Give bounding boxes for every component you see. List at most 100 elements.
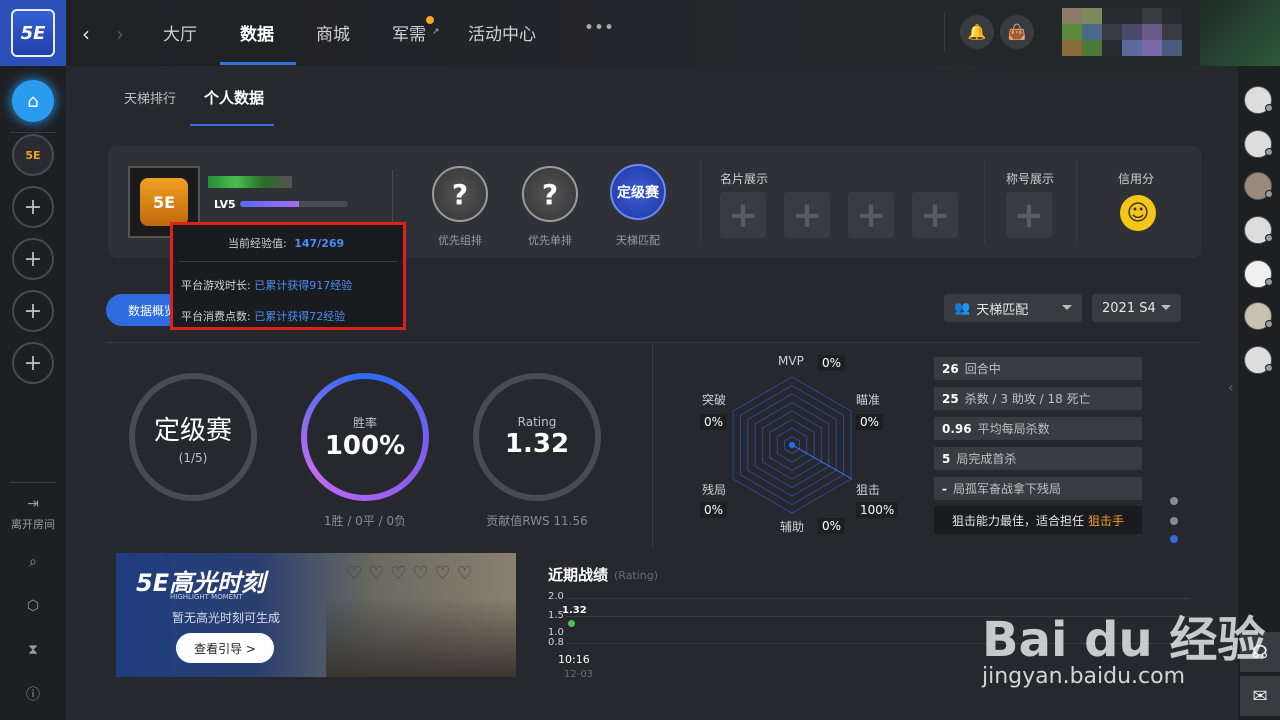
role-suggestion: 狙击能力最佳，适合担任 狙击手 [934,506,1142,534]
status-dot [1265,278,1273,286]
subtab-ladder-rank[interactable]: 天梯排行 [124,88,176,107]
page-dot[interactable] [1170,517,1178,525]
stat-clutch: - 局孤军奋战拿下残局 [934,477,1142,500]
view-guide-button[interactable]: 查看引导 > [176,633,274,663]
winrate-caption: 1胜 / 0平 / 0负 [323,514,407,528]
highlight-banner: 5E高光时刻 HIGHLIGHT MOMENT 暂无高光时刻可生成 查看引导 >… [116,553,516,677]
hourglass-icon[interactable]: ⧗ [0,642,66,658]
priority-team-label: 优先组排 [438,234,482,247]
highlight-desc: 暂无高光时刻可生成 [172,611,281,625]
tab-active-underline [220,62,296,65]
subtab-underline [190,124,274,126]
radar-aim-value: 0% [856,414,884,430]
ladder-match-label: 天梯匹配 [616,234,660,247]
divider [106,342,1201,343]
user-avatar-blurred[interactable] [1062,8,1182,58]
tab-supplies[interactable]: 军需 [392,20,426,45]
status-dot [1265,234,1273,242]
tab-shop[interactable]: 商城 [316,20,350,45]
divider [700,160,701,244]
sidebar-add-button[interactable]: + [12,342,54,384]
credit-title: 信用分 [1118,172,1155,186]
search-icon[interactable]: ⌕ [0,554,66,570]
rank-ring-sub: (1/5) [178,450,208,465]
stat-num: 25 [942,391,959,406]
radar-snipe-value: 100% [856,502,899,518]
exp-tooltip: 当前经验值: 147/269 平台游戏时长: 已累计获得917经验 平台消费点数… [170,222,406,330]
radar-aim-label: 瞄准 [856,393,881,407]
rating-caption: 贡献值RWS 11.56 [486,514,588,528]
collapse-arrow-icon[interactable]: ‹ [1228,380,1234,396]
app-logo[interactable]: 5E [0,0,66,66]
graffiti-decoration: ♡♡♡♡♡♡ [346,563,479,584]
sidebar-5e-icon[interactable]: 5E [12,134,54,176]
bag-icon[interactable]: 👜 [1000,15,1034,49]
stat-rounds: 26 回合中 [934,357,1142,380]
rating-ring: Rating 1.32 [473,373,601,501]
add-title-button[interactable]: + [1006,192,1052,238]
add-card-button[interactable]: + [720,192,766,238]
divider [10,482,56,483]
notification-dot [426,16,434,24]
chevron-down-icon [1062,305,1072,310]
rating-label: Rating [517,415,557,429]
exp-value: 147/269 [294,237,345,250]
exp-label: 当前经验值: [228,237,287,250]
add-card-button[interactable]: + [848,192,894,238]
role-suggestion-text: 狙击能力最佳，适合担任 [952,513,1085,528]
season-select[interactable]: 2021 S4 [1092,294,1181,322]
radar-mvp-label: MVP [778,354,804,368]
leave-room-icon[interactable]: ⇥ [0,496,66,512]
point-value-label: 1.32 [562,605,587,616]
cube-icon[interactable]: ⬡ [0,598,66,614]
back-arrow-icon[interactable]: ‹ [82,22,90,46]
chart-point[interactable] [568,620,575,627]
sidebar-add-button[interactable]: + [12,238,54,280]
leave-room-label[interactable]: 离开房间 [0,516,66,532]
stat-num: 0.96 [942,421,972,436]
status-dot [1265,104,1273,112]
help-icon[interactable]: ⓘ [0,684,66,704]
status-dot [1265,320,1273,328]
spend-label: 平台消费点数: [181,310,251,323]
question-icon[interactable]: ? [432,166,488,222]
forward-arrow-icon[interactable]: › [116,22,124,46]
add-card-button[interactable]: + [912,192,958,238]
subtab-personal-data[interactable]: 个人数据 [204,87,264,108]
home-icon[interactable]: ⌂ [12,80,54,122]
stat-text: 平均每局杀数 [977,422,1050,436]
mode-select-value: 天梯匹配 [976,302,1029,318]
avatar-5e-badge: 5E [140,178,188,226]
tab-data[interactable]: 数据 [240,20,274,45]
bell-icon[interactable]: 🔔 [960,15,994,49]
stat-text: 局完成首杀 [956,452,1017,466]
smiley-icon[interactable]: ☺ [1120,195,1156,231]
radar-breach-label: 突破 [702,393,727,407]
sidebar-add-button[interactable]: + [12,186,54,228]
y-tick: 2.0 [548,591,564,602]
winrate-value: 100% [324,430,406,461]
y-tick: 0.8 [548,637,564,648]
page-dot-active[interactable] [1170,535,1178,543]
chevron-down-icon [1161,305,1171,310]
add-card-button[interactable]: + [784,192,830,238]
radar-assist-label: 辅助 [780,520,805,534]
sidebar-add-button[interactable]: + [12,290,54,332]
more-menu-icon[interactable]: ••• [584,18,614,38]
tab-lobby[interactable]: 大厅 [163,20,197,45]
radar-clutch-value: 0% [700,502,728,518]
tab-events[interactable]: 活动中心 [468,20,536,45]
season-select-value: 2021 S4 [1102,300,1156,316]
question-icon[interactable]: ? [522,166,578,222]
play-time-row: 平台游戏时长: 已累计获得917经验 [181,277,352,293]
page-dot[interactable] [1170,497,1178,505]
highlight-subtitle: HIGHLIGHT MOMENT [170,593,243,601]
winrate-label: 胜率 [352,415,377,430]
level-progress-bar [240,201,348,207]
chat-icon[interactable]: ✉ [1240,676,1280,716]
mode-select[interactable]: 👥 天梯匹配 [944,294,1082,322]
status-dot [1265,190,1273,198]
external-link-icon: ↗ [432,27,440,37]
stat-num: 5 [942,451,951,466]
ladder-rank-badge[interactable]: 定级赛 [610,164,666,220]
